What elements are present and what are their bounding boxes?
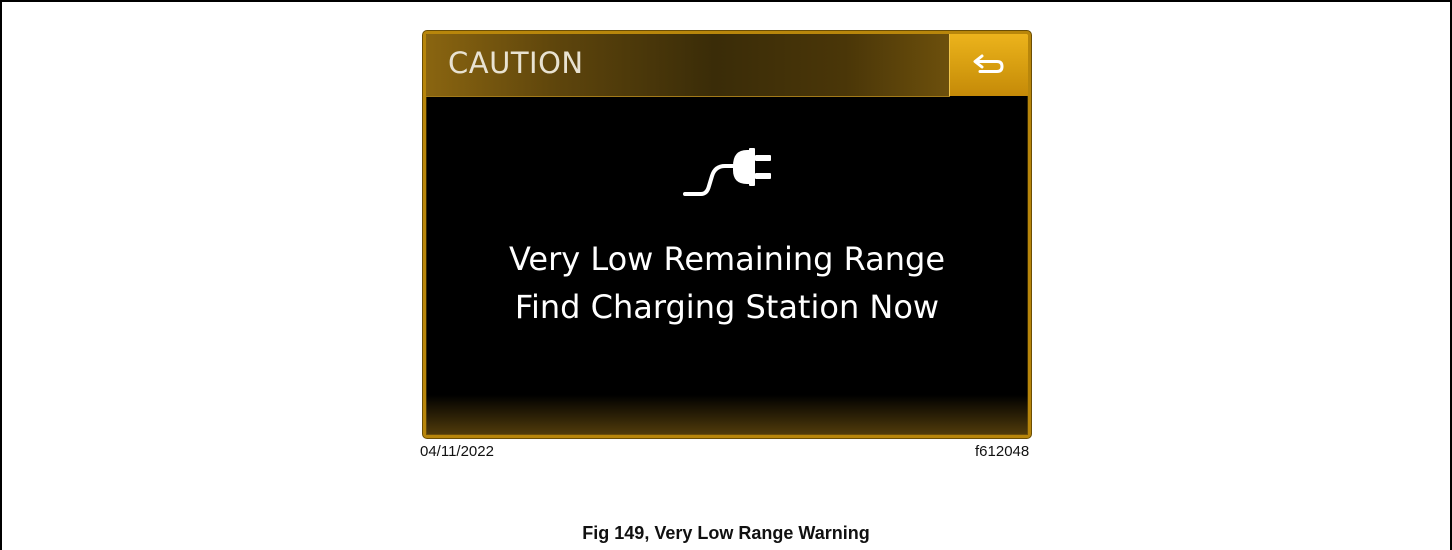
figure-caption: Fig 149, Very Low Range Warning <box>582 523 870 543</box>
message-line-1: Very Low Remaining Range <box>508 240 946 278</box>
header-bar: CAUTION <box>426 34 950 97</box>
back-button[interactable] <box>949 34 1028 96</box>
screen-bottom-glow <box>426 395 1028 435</box>
caution-screen: CAUTION Very Low Remaining Range Find Ch… <box>423 31 1031 438</box>
manual-page: CAUTION Very Low Remaining Range Find Ch… <box>0 0 1452 550</box>
back-arrow-icon <box>973 54 1004 73</box>
message-line-2: Find Charging Station Now <box>514 288 940 326</box>
figure-id: f612048 <box>975 443 1030 460</box>
figure-date: 04/11/2022 <box>420 443 494 460</box>
plug-icon <box>683 148 771 196</box>
header-title: CAUTION <box>448 46 584 80</box>
